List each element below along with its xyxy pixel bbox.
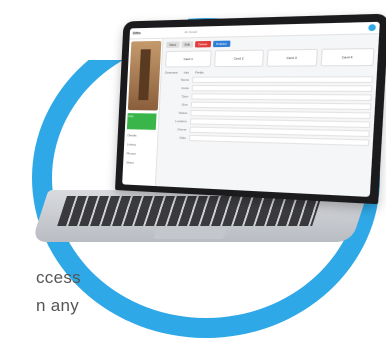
app-logo: Ditto — [132, 31, 141, 36]
tab-bar: Overview Info Fields — [165, 69, 374, 74]
form-field: Code — [164, 84, 373, 93]
field-label: Name — [180, 77, 190, 82]
field-label: Location — [175, 118, 188, 124]
user-avatar[interactable] — [368, 24, 376, 32]
action-cards: Card 1 Card 2 Card 3 Card 4 — [165, 47, 375, 68]
edit-button[interactable]: Edit — [181, 41, 194, 48]
laptop-illustration: Ditto Ab Detail Info Details Listing Pho… — [31, 13, 386, 262]
field-label: Owner — [177, 127, 187, 132]
form-field: Size — [163, 101, 372, 111]
action-card[interactable]: Card 1 — [165, 50, 212, 68]
delete-button[interactable]: Delete — [195, 40, 211, 48]
field-label: Code — [181, 85, 189, 91]
sidebar-item-photos[interactable]: Photos — [126, 150, 155, 157]
field-input[interactable] — [190, 101, 372, 111]
breadcrumb[interactable]: Ab Detail — [184, 30, 197, 34]
caption-line-2: n any — [36, 296, 80, 315]
content-area: Save Edit Delete Publish Card 1 Card 2 C… — [156, 34, 379, 197]
tab-fields[interactable]: Fields — [195, 70, 204, 74]
action-card[interactable]: Card 3 — [265, 48, 318, 67]
tab-overview[interactable]: Overview — [165, 70, 178, 74]
publish-button[interactable]: Publish — [212, 40, 230, 48]
item-photo[interactable] — [127, 40, 162, 111]
action-card[interactable]: Card 2 — [214, 49, 264, 68]
field-label: Size — [181, 102, 188, 107]
field-label: Status — [178, 110, 188, 116]
laptop-screen-bezel: Ditto Ab Detail Info Details Listing Pho… — [115, 13, 386, 205]
sidebar-item-share[interactable]: Share — [125, 159, 154, 166]
action-card[interactable]: Card 4 — [320, 47, 375, 67]
form-field: Type — [163, 93, 372, 102]
tab-info[interactable]: Info — [184, 70, 189, 74]
sidebar-item-listing[interactable]: Listing — [126, 141, 155, 148]
field-label: Type — [181, 94, 189, 99]
laptop-trackpad — [153, 228, 227, 239]
field-input[interactable] — [192, 76, 374, 84]
save-button[interactable]: Save — [166, 41, 180, 48]
caption-line-1: ccess — [36, 268, 81, 287]
sidebar-item-details[interactable]: Details — [126, 132, 155, 139]
field-input[interactable] — [191, 84, 373, 93]
app-main: Info Details Listing Photos Share Save E… — [122, 34, 379, 197]
laptop-keyboard — [57, 196, 322, 226]
sidebar-item-info[interactable]: Info — [126, 113, 157, 130]
field-input[interactable] — [191, 93, 372, 102]
header-actions: Save Edit Delete Publish — [166, 38, 375, 48]
field-label: Date — [179, 135, 187, 140]
form-field: Name — [164, 76, 374, 84]
app-screen: Ditto Ab Detail Info Details Listing Pho… — [122, 21, 380, 197]
